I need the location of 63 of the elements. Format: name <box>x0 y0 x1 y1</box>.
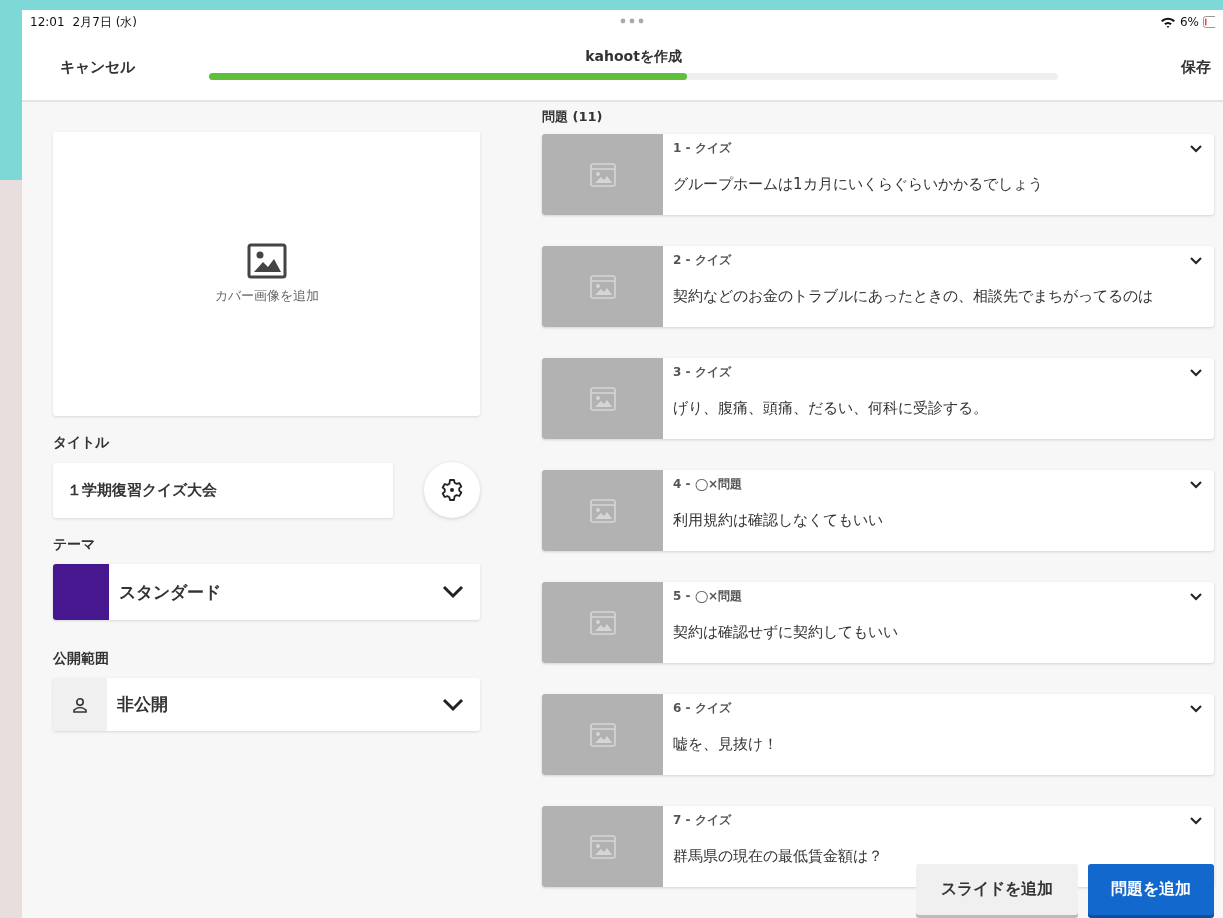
theme-swatch <box>53 564 109 620</box>
chevron-down-icon <box>442 585 464 599</box>
question-text: グループホームは1カ月にいくらぐらいかかるでしょう <box>673 175 1044 194</box>
image-placeholder-icon <box>589 274 616 299</box>
question-text: 利用規約は確認しなくてもいい <box>673 511 884 530</box>
chevron-down-icon[interactable] <box>1190 256 1202 265</box>
question-text: 嘘を、見抜け！ <box>673 735 779 754</box>
question-card[interactable]: 6 - クイズ 嘘を、見抜け！ <box>542 694 1214 775</box>
image-placeholder-icon <box>589 834 616 859</box>
question-text: げり、腹痛、頭痛、だるい、何科に受診する。 <box>673 399 989 418</box>
question-text: 契約は確認せずに契約してもいい <box>673 623 899 642</box>
theme-label: テーマ <box>53 536 96 554</box>
question-text: 契約などのお金のトラブルにあったときの、相談先でまちがってるのは <box>673 287 1154 306</box>
settings-icon <box>440 478 464 502</box>
question-type: 2 - クイズ <box>673 252 731 269</box>
battery-percent: 6% <box>1179 15 1199 29</box>
question-type: 7 - クイズ <box>673 812 731 829</box>
add-slide-button[interactable]: スライドを追加 <box>916 864 1078 915</box>
page-title: kahootを作成 <box>585 48 682 66</box>
question-type: 5 - ◯×問題 <box>673 588 743 605</box>
image-placeholder-icon <box>589 162 616 187</box>
visibility-label: 公開範囲 <box>53 650 110 668</box>
status-date: 2月7日 (水) <box>72 13 138 31</box>
question-card[interactable]: 5 - ◯×問題 契約は確認せずに契約してもいい <box>542 582 1214 663</box>
question-type: 3 - クイズ <box>673 364 731 381</box>
question-type: 4 - ◯×問題 <box>673 476 743 493</box>
questions-heading: 問題 (11) <box>542 108 604 126</box>
image-icon <box>246 243 287 279</box>
image-placeholder-icon <box>589 386 616 411</box>
add-question-button[interactable]: 問題を追加 <box>1088 864 1214 915</box>
image-placeholder-icon <box>589 610 616 635</box>
chevron-down-icon[interactable] <box>1190 816 1202 825</box>
chevron-down-icon <box>442 697 464 712</box>
image-placeholder-icon <box>589 722 616 747</box>
title-label: タイトル <box>53 434 110 452</box>
cover-label: カバー画像を追加 <box>214 287 319 305</box>
visibility-select[interactable]: 非公開 <box>53 678 480 731</box>
chevron-down-icon[interactable] <box>1190 480 1202 489</box>
question-card[interactable]: 4 - ◯×問題 利用規約は確認しなくてもいい <box>542 470 1214 551</box>
question-card[interactable]: 2 - クイズ 契約などのお金のトラブルにあったときの、相談先でまちがってるのは <box>542 246 1214 327</box>
more-dots-icon[interactable] <box>620 18 644 24</box>
question-card[interactable]: 1 - クイズ グループホームは1カ月にいくらぐらいかかるでしょう <box>542 134 1214 215</box>
theme-value: スタンダード <box>119 580 221 604</box>
visibility-value: 非公開 <box>117 693 168 716</box>
image-placeholder-icon <box>589 498 616 523</box>
cover-image-area[interactable]: カバー画像を追加 <box>53 132 480 416</box>
chevron-down-icon[interactable] <box>1190 144 1202 153</box>
chevron-down-icon[interactable] <box>1190 592 1202 601</box>
chevron-down-icon[interactable] <box>1190 368 1202 377</box>
chevron-down-icon[interactable] <box>1190 704 1202 713</box>
title-input[interactable]: １学期復習クイズ大会 <box>53 462 393 518</box>
question-type: 6 - クイズ <box>673 700 731 717</box>
settings-button[interactable] <box>424 462 480 518</box>
person-icon <box>72 696 88 713</box>
cancel-button[interactable]: キャンセル <box>60 57 170 77</box>
question-text: 群馬県の現在の最低賃金額は？ <box>673 847 884 866</box>
status-time: 12:01 <box>30 15 65 29</box>
theme-select[interactable]: スタンダード <box>53 564 480 620</box>
question-card[interactable]: 3 - クイズ げり、腹痛、頭痛、だるい、何科に受診する。 <box>542 358 1214 439</box>
battery-icon <box>1203 16 1215 28</box>
wifi-icon <box>1159 16 1176 28</box>
question-type: 1 - クイズ <box>673 140 731 157</box>
save-button[interactable]: 保存 <box>1181 57 1211 77</box>
